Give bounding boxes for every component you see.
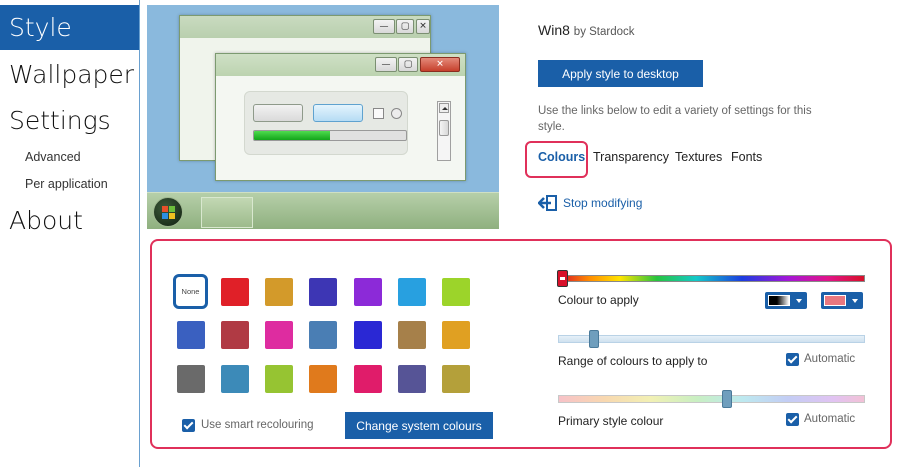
close-icon: ✕	[416, 19, 430, 34]
preview-radio	[391, 108, 402, 119]
colour-swatch[interactable]	[265, 278, 293, 306]
preview-window-front: — ▢ ✕	[215, 53, 466, 181]
colour-swatch[interactable]	[221, 321, 249, 349]
preview-checkbox	[373, 108, 384, 119]
style-name: Win8	[538, 22, 570, 38]
tab-textures[interactable]: Textures	[675, 150, 722, 164]
preview-button-focused	[313, 104, 363, 122]
primary-colour-label: Primary style colour	[558, 414, 664, 428]
colour-swatch[interactable]	[354, 365, 382, 393]
range-automatic-checkbox[interactable]	[786, 353, 799, 366]
sidebar-item-style[interactable]: Style	[0, 5, 139, 50]
tab-fonts[interactable]: Fonts	[731, 150, 762, 164]
sidebar: Style Wallpaper Settings Advanced Per ap…	[0, 0, 140, 467]
tab-transparency[interactable]: Transparency	[593, 150, 669, 164]
colour-swatch[interactable]	[309, 321, 337, 349]
stop-modifying-label: Stop modifying	[563, 196, 643, 210]
close-icon: ✕	[420, 57, 460, 72]
preview-scrollbar	[437, 101, 451, 161]
base-colour-dropdown[interactable]	[765, 292, 807, 309]
range-label: Range of colours to apply to	[558, 354, 708, 368]
sidebar-item-per-application[interactable]: Per application	[0, 171, 139, 198]
colour-to-apply-label: Colour to apply	[558, 293, 639, 307]
range-slider-track[interactable]	[558, 335, 865, 343]
primary-colour-slider-track[interactable]	[558, 395, 865, 403]
colour-swatch[interactable]	[309, 365, 337, 393]
sidebar-item-wallpaper[interactable]: Wallpaper	[0, 52, 139, 98]
style-title: Win8 by Stardock	[538, 22, 635, 38]
maximize-icon: ▢	[396, 19, 414, 34]
range-automatic-label: Automatic	[804, 353, 856, 365]
sidebar-item-settings[interactable]: Settings	[0, 98, 139, 144]
primary-automatic-checkbox[interactable]	[786, 413, 799, 426]
colour-swatch[interactable]	[398, 278, 426, 306]
preview-controls-panel	[244, 91, 408, 155]
minimize-icon: —	[373, 19, 395, 34]
colour-settings-panel: None Use smart recolouring Change system…	[150, 239, 892, 449]
start-orb-icon	[153, 197, 183, 227]
colour-swatch[interactable]	[177, 321, 205, 349]
change-system-colours-button[interactable]: Change system colours	[345, 412, 493, 439]
style-preview: — ▢ ✕ — ▢ ✕	[147, 5, 499, 229]
colours-tab-highlight	[525, 141, 588, 178]
colour-swatch[interactable]	[442, 278, 470, 306]
sidebar-item-advanced[interactable]: Advanced	[0, 144, 139, 171]
primary-automatic-label: Automatic	[804, 413, 856, 425]
colour-swatch[interactable]	[354, 278, 382, 306]
style-description: Use the links below to edit a variety of…	[538, 105, 812, 133]
sidebar-item-about[interactable]: About	[0, 198, 139, 244]
preview-progress-bar	[253, 130, 407, 141]
hue-slider-thumb[interactable]	[557, 270, 568, 287]
chevron-down-icon	[852, 299, 858, 303]
preview-taskbar-button	[201, 197, 253, 228]
minimize-icon: —	[375, 57, 397, 72]
colour-swatch[interactable]	[442, 365, 470, 393]
target-colour-dropdown[interactable]	[821, 292, 863, 309]
hue-slider-track[interactable]	[558, 275, 865, 282]
colour-swatch[interactable]	[398, 365, 426, 393]
smart-recolouring-label: Use smart recolouring	[201, 419, 314, 431]
smart-recolouring-checkbox[interactable]	[182, 419, 195, 432]
apply-style-button[interactable]: Apply style to desktop	[538, 60, 703, 87]
colour-swatch[interactable]	[221, 278, 249, 306]
swatch-none[interactable]: None	[173, 274, 208, 309]
colour-swatch[interactable]	[354, 321, 382, 349]
chevron-down-icon	[796, 299, 802, 303]
colour-swatch[interactable]	[309, 278, 337, 306]
colour-swatch[interactable]	[442, 321, 470, 349]
preview-taskbar	[147, 192, 499, 229]
range-slider-thumb[interactable]	[589, 330, 599, 348]
colour-swatch[interactable]	[398, 321, 426, 349]
maximize-icon: ▢	[398, 57, 418, 72]
primary-colour-slider-thumb[interactable]	[722, 390, 732, 408]
colour-swatch[interactable]	[265, 365, 293, 393]
style-author: by Stardock	[573, 26, 635, 38]
colour-swatch[interactable]	[265, 321, 293, 349]
exit-arrow-icon	[538, 195, 557, 211]
colour-swatch[interactable]	[221, 365, 249, 393]
preview-button	[253, 104, 303, 122]
colour-swatch[interactable]	[177, 365, 205, 393]
